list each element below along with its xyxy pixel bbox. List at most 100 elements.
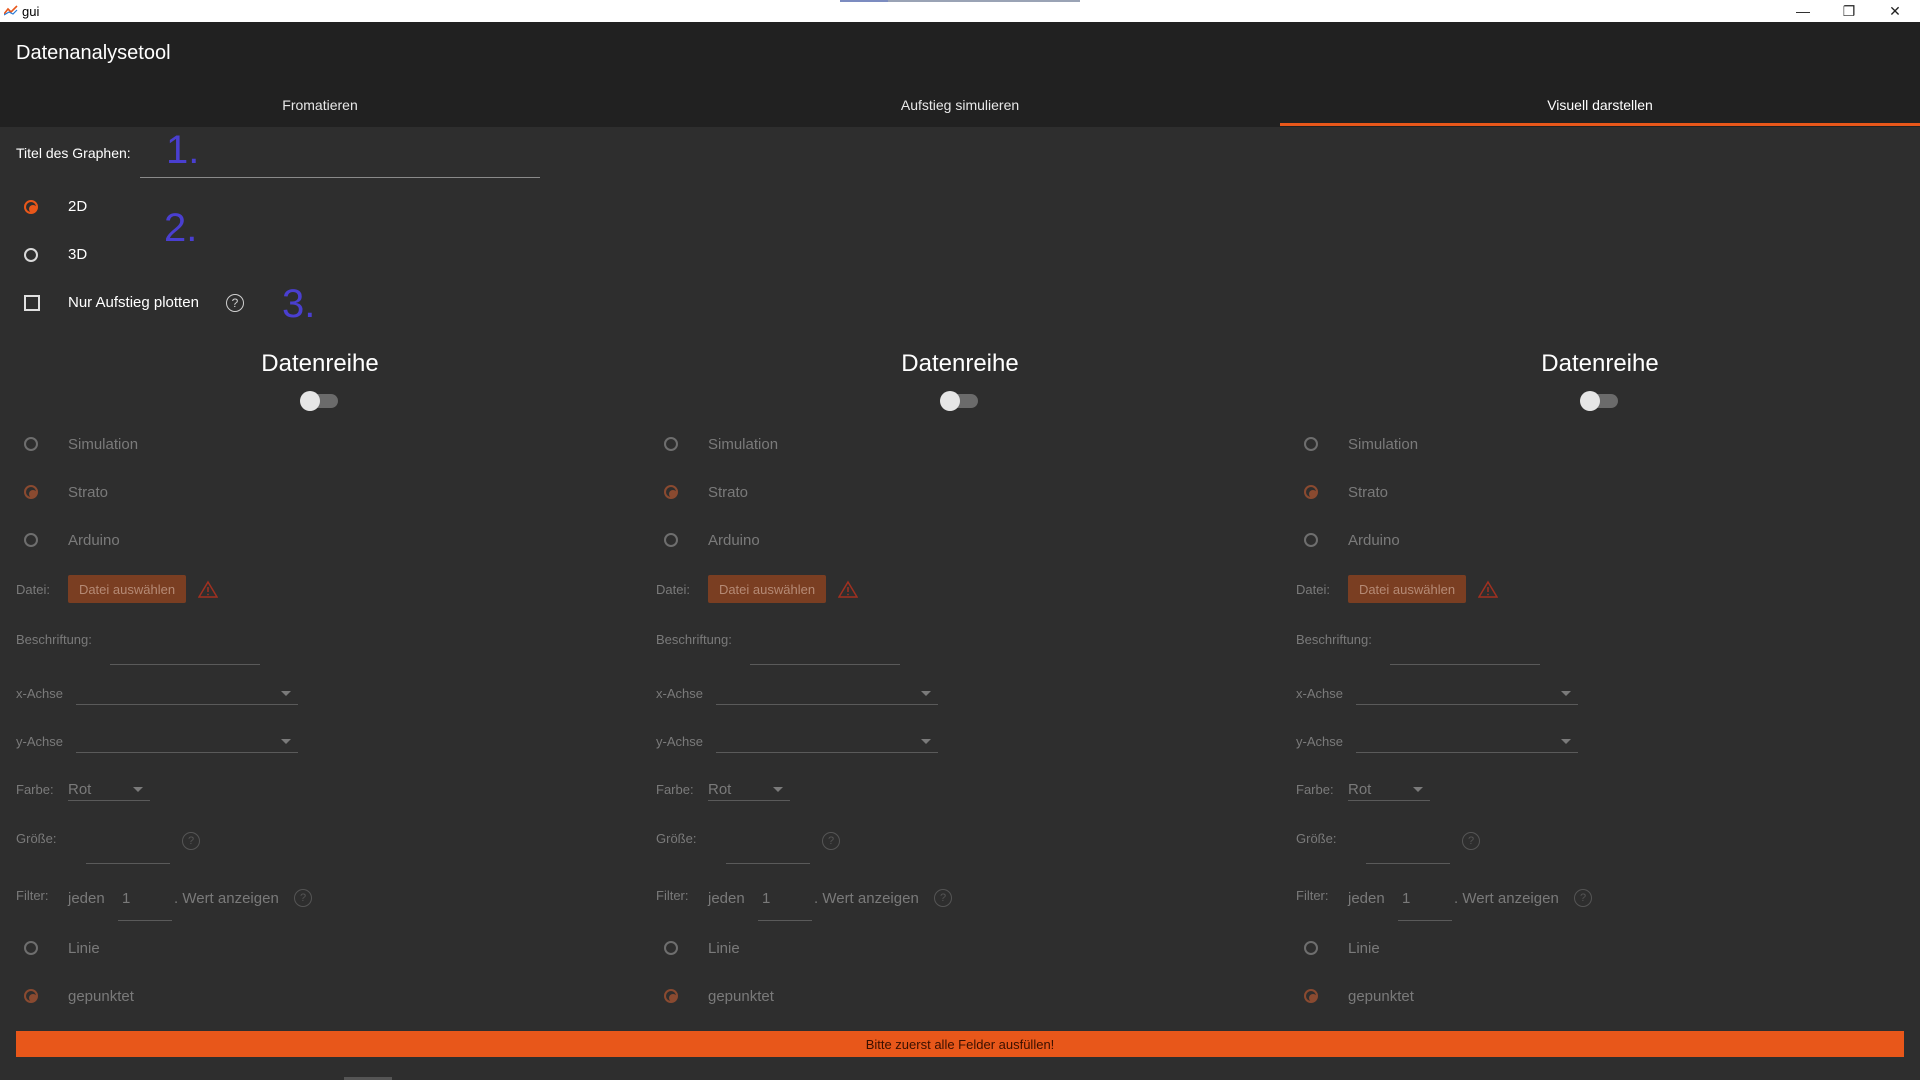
style-dotted-label: gepunktet	[68, 988, 134, 1005]
chevron-down-icon	[1561, 739, 1571, 744]
chevron-down-icon	[921, 739, 931, 744]
question-circle-icon[interactable]: ?	[822, 832, 840, 850]
file-label: Datei:	[16, 582, 50, 597]
y-axis-label: y-Achse	[16, 734, 63, 749]
x-axis-label: x-Achse	[656, 686, 703, 701]
y-axis-select[interactable]	[716, 752, 938, 753]
source-arduino-radio[interactable]	[664, 533, 678, 547]
submit-button[interactable]: Bitte zuerst alle Felder ausfüllen!	[16, 1031, 1904, 1057]
only-ascent-checkbox[interactable]	[24, 295, 40, 311]
size-label: Größe:	[16, 831, 57, 846]
choose-file-button[interactable]: Datei auswählen	[68, 575, 186, 603]
style-dotted-radio[interactable]	[664, 989, 678, 1003]
source-strato-label: Strato	[68, 484, 109, 501]
color-select[interactable]	[708, 800, 790, 801]
size-input[interactable]	[1366, 863, 1450, 864]
style-line-label: Linie	[708, 940, 740, 957]
question-circle-icon[interactable]: ?	[934, 889, 952, 907]
y-axis-select[interactable]	[1356, 752, 1578, 753]
question-circle-icon[interactable]: ?	[226, 294, 244, 312]
only-ascent-label: Nur Aufstieg plotten	[68, 294, 199, 311]
filter-value[interactable]: 1	[122, 890, 130, 907]
x-axis-label: x-Achse	[1296, 686, 1343, 701]
source-strato-radio[interactable]	[1304, 485, 1318, 499]
filter-input-underline	[118, 920, 172, 921]
source-simulation-label: Simulation	[708, 436, 779, 453]
x-axis-select[interactable]	[76, 704, 298, 705]
filter-input-underline	[758, 920, 812, 921]
radio-2d[interactable]	[24, 200, 38, 214]
chevron-down-icon	[281, 739, 291, 744]
titlebar-accent	[840, 0, 888, 2]
choose-file-button[interactable]: Datei auswählen	[708, 575, 826, 603]
caption-input[interactable]	[1390, 664, 1540, 665]
filter-prefix: jeden	[708, 890, 745, 907]
filter-prefix: jeden	[68, 890, 105, 907]
question-circle-icon[interactable]: ?	[1462, 832, 1480, 850]
toggle-knob	[940, 391, 960, 411]
question-circle-icon[interactable]: ?	[294, 889, 312, 907]
style-dotted-radio[interactable]	[1304, 989, 1318, 1003]
chevron-down-icon	[133, 787, 143, 792]
style-line-label: Linie	[1348, 940, 1380, 957]
annotation-1: 1.	[166, 128, 200, 172]
graph-title-input[interactable]	[140, 132, 540, 178]
choose-file-button[interactable]: Datei auswählen	[1348, 575, 1466, 603]
active-tab-indicator	[1280, 123, 1920, 126]
radio-3d[interactable]	[24, 248, 38, 262]
color-select[interactable]	[1348, 800, 1430, 801]
caption-input[interactable]	[750, 664, 900, 665]
color-value: Rot	[68, 781, 92, 798]
size-input[interactable]	[86, 863, 170, 864]
chevron-down-icon	[773, 787, 783, 792]
size-input[interactable]	[726, 863, 810, 864]
filter-label: Filter:	[16, 888, 49, 903]
source-simulation-radio[interactable]	[24, 437, 38, 451]
warning-triangle-icon	[198, 580, 218, 598]
filter-suffix: . Wert anzeigen	[814, 890, 919, 907]
question-circle-icon[interactable]: ?	[182, 832, 200, 850]
style-dotted-label: gepunktet	[1348, 988, 1414, 1005]
app-chart-icon	[4, 5, 18, 16]
x-axis-select[interactable]	[1356, 704, 1578, 705]
style-line-radio[interactable]	[1304, 941, 1318, 955]
window-titlebar: gui — ❐ ✕	[0, 0, 1920, 22]
series-enable-toggle[interactable]	[300, 391, 338, 411]
source-simulation-radio[interactable]	[664, 437, 678, 451]
style-line-radio[interactable]	[24, 941, 38, 955]
warning-triangle-icon	[838, 580, 858, 598]
source-strato-label: Strato	[1348, 484, 1389, 501]
titlebar-accent-2	[888, 0, 1080, 2]
style-line-label: Linie	[68, 940, 100, 957]
style-line-radio[interactable]	[664, 941, 678, 955]
tab-aufstieg-simulieren[interactable]: Aufstieg simulieren	[640, 82, 1280, 128]
source-strato-radio[interactable]	[664, 485, 678, 499]
source-arduino-radio[interactable]	[1304, 533, 1318, 547]
chevron-down-icon	[921, 691, 931, 696]
series-enable-toggle[interactable]	[940, 391, 978, 411]
caption-input[interactable]	[110, 664, 260, 665]
file-label: Datei:	[1296, 582, 1330, 597]
minimize-button[interactable]: —	[1780, 0, 1826, 22]
filter-value[interactable]: 1	[762, 890, 770, 907]
restore-button[interactable]: ❐	[1826, 0, 1872, 22]
caption-label: Beschriftung:	[656, 632, 732, 647]
tab-formatieren[interactable]: Fromatieren	[0, 82, 640, 128]
source-simulation-label: Simulation	[1348, 436, 1419, 453]
tab-visuell-darstellen[interactable]: Visuell darstellen	[1280, 82, 1920, 128]
close-button[interactable]: ✕	[1872, 0, 1918, 22]
question-circle-icon[interactable]: ?	[1574, 889, 1592, 907]
style-dotted-radio[interactable]	[24, 989, 38, 1003]
color-select[interactable]	[68, 800, 150, 801]
source-strato-radio[interactable]	[24, 485, 38, 499]
source-arduino-radio[interactable]	[24, 533, 38, 547]
series-column-1: Datenreihe Simulation Strato Arduino Dat…	[0, 340, 640, 1020]
filter-label: Filter:	[656, 888, 689, 903]
x-axis-select[interactable]	[716, 704, 938, 705]
filter-value[interactable]: 1	[1402, 890, 1410, 907]
series-enable-toggle[interactable]	[1580, 391, 1618, 411]
y-axis-select[interactable]	[76, 752, 298, 753]
source-simulation-radio[interactable]	[1304, 437, 1318, 451]
chevron-down-icon	[281, 691, 291, 696]
graph-title-label: Titel des Graphen:	[16, 145, 131, 161]
